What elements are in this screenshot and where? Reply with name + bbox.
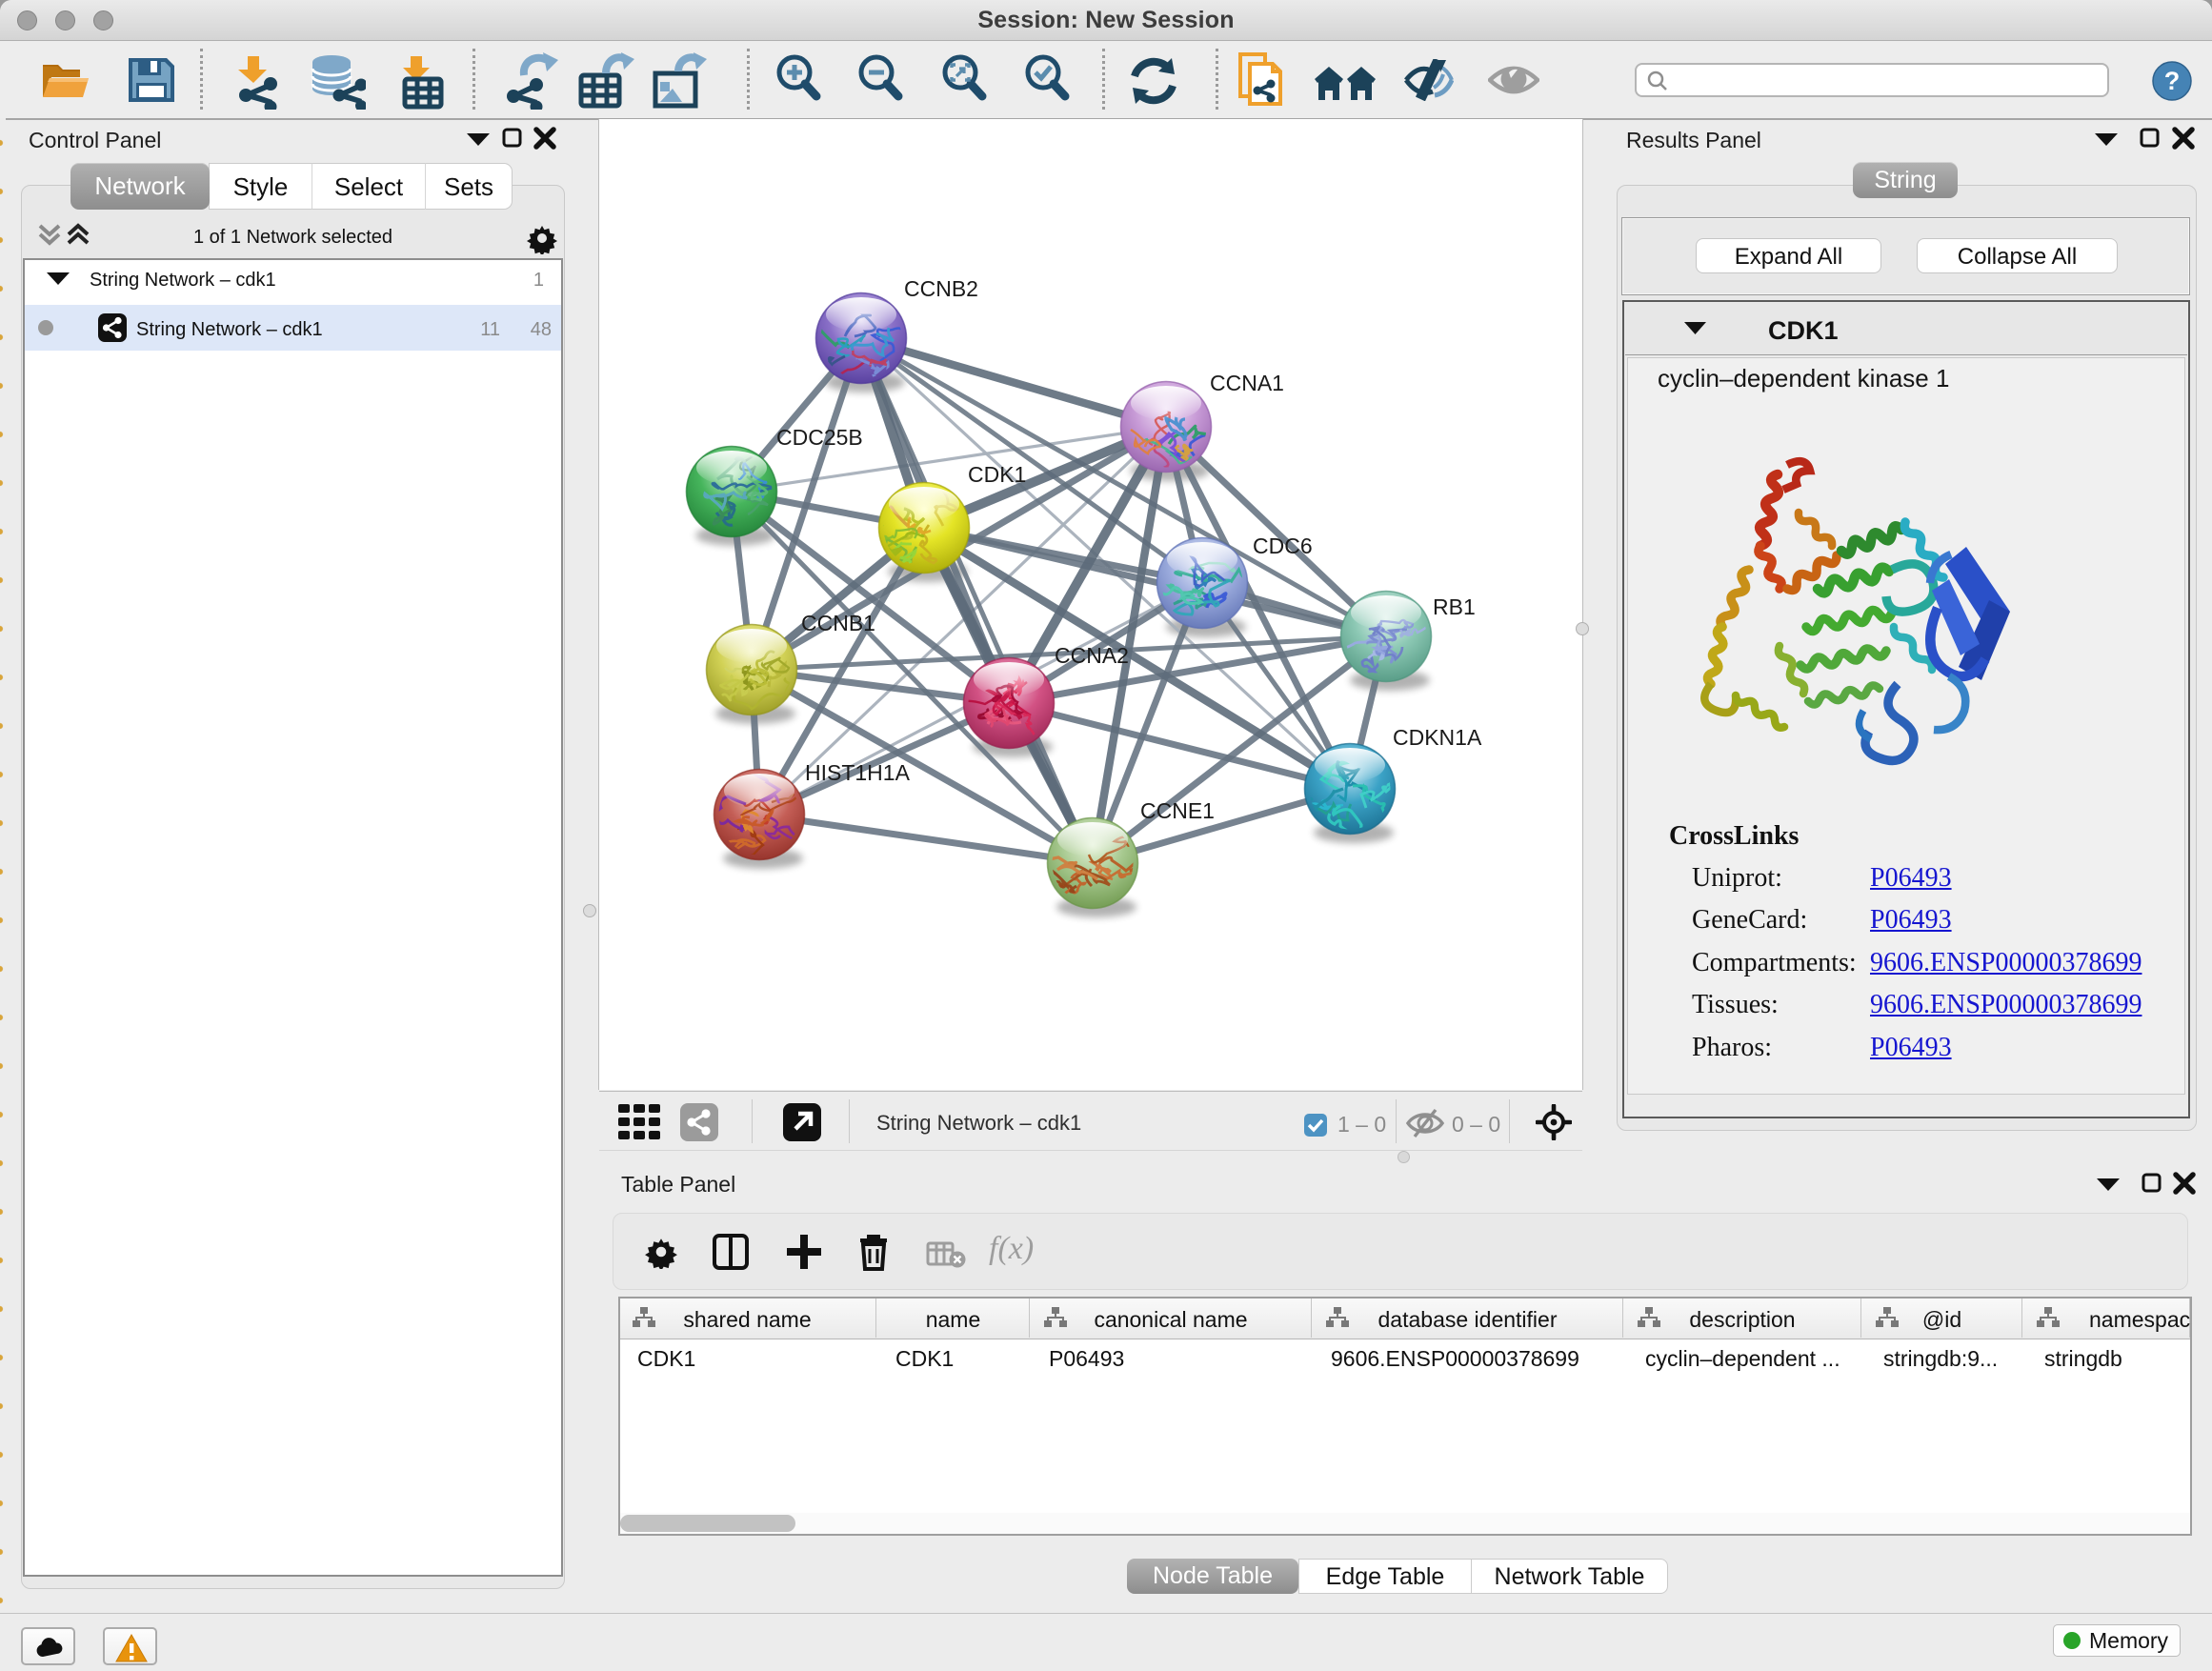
svg-text:CCNB2: CCNB2: [904, 276, 978, 301]
svg-text:CDK1: CDK1: [968, 462, 1026, 487]
svg-text:CDC25B: CDC25B: [776, 425, 863, 450]
svg-text:?: ?: [2164, 67, 2181, 95]
svg-text:CCNA1: CCNA1: [1210, 371, 1284, 395]
svg-text:CCNB1: CCNB1: [801, 611, 875, 635]
svg-text:CCNE1: CCNE1: [1140, 798, 1215, 823]
svg-text:RB1: RB1: [1433, 594, 1476, 619]
svg-text:CDKN1A: CDKN1A: [1393, 725, 1482, 750]
svg-text:HIST1H1A: HIST1H1A: [805, 760, 911, 785]
svg-text:CDC6: CDC6: [1253, 534, 1313, 558]
svg-text:CCNA2: CCNA2: [1055, 643, 1129, 668]
